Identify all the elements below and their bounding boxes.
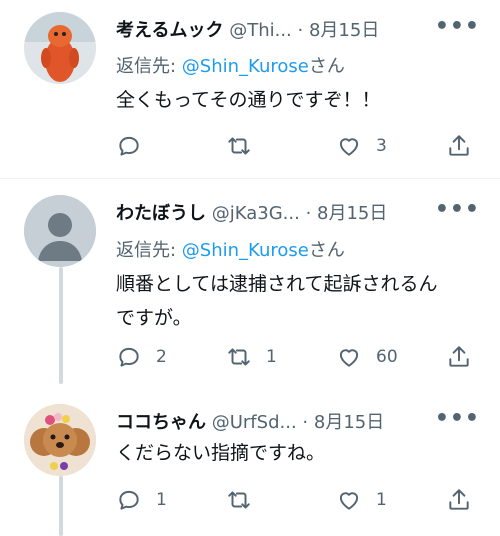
user-handle[interactable]: @UrfSd... bbox=[212, 412, 297, 433]
share-upload-icon bbox=[449, 489, 469, 510]
reply-count: 2 bbox=[156, 347, 167, 367]
tweet-date[interactable]: 8月15日 bbox=[309, 20, 379, 41]
reply-button[interactable] bbox=[116, 131, 156, 161]
retweet-button[interactable] bbox=[226, 485, 266, 515]
user-handle[interactable]: @Thi... bbox=[229, 20, 292, 41]
tweet-header: わたぼうし @jKa3G... · 8月15日 ••• bbox=[116, 199, 480, 229]
tweet-1[interactable]: 考えるムック @Thi... · 8月15日 ••• 返信先: @Shin_Ku… bbox=[0, 0, 500, 178]
orange-mascot-image bbox=[24, 12, 96, 84]
share-button[interactable] bbox=[446, 131, 472, 161]
tweet-date[interactable]: 8月15日 bbox=[314, 412, 384, 433]
tweet-text: くだらない指摘ですね。 bbox=[116, 442, 326, 464]
reply-to-prefix: 返信先: bbox=[116, 240, 182, 261]
tweet-2[interactable]: わたぼうし @jKa3G... · 8月15日 ••• 返信先: @Shin_K… bbox=[0, 179, 500, 384]
reply-to-line: 返信先: @Shin_Kuroseさん bbox=[116, 236, 345, 262]
like-button[interactable]: 3 bbox=[336, 131, 387, 161]
separator-dot: · bbox=[305, 203, 312, 224]
share-upload-icon bbox=[449, 135, 469, 156]
like-count: 1 bbox=[376, 490, 387, 510]
tweet-3[interactable]: ココちゃん @UrfSd... · 8月15日 ••• くだらない指摘ですね。 … bbox=[0, 384, 500, 536]
avatar-orange-mascot[interactable] bbox=[24, 12, 96, 84]
retweet-count: 1 bbox=[266, 347, 277, 367]
reply-to-prefix: 返信先: bbox=[116, 56, 182, 77]
tweet-text: 全くもってその通りですぞ！！ bbox=[116, 89, 381, 111]
reply-mention-link[interactable]: @Shin_Kurose bbox=[182, 56, 309, 77]
heart-icon bbox=[339, 349, 359, 367]
thread-line bbox=[59, 476, 63, 536]
user-handle[interactable]: @jKa3G... bbox=[212, 203, 300, 224]
avatar-poodle-dog[interactable] bbox=[24, 404, 96, 476]
tweet-header: ココちゃん @UrfSd... · 8月15日 ••• bbox=[116, 408, 480, 438]
poodle-dog-image bbox=[24, 404, 96, 476]
share-upload-icon bbox=[449, 346, 469, 367]
more-dots-icon[interactable]: ••• bbox=[435, 199, 480, 221]
separator-dot: · bbox=[302, 412, 309, 433]
avatar-default-profile[interactable] bbox=[24, 195, 96, 267]
action-bar: 1 1 bbox=[116, 485, 480, 515]
reply-bubble-icon bbox=[119, 347, 139, 367]
reply-button[interactable]: 2 bbox=[116, 342, 167, 372]
reply-mention-link[interactable]: @Shin_Kurose bbox=[182, 240, 309, 261]
display-name[interactable]: わたぼうし bbox=[116, 203, 206, 224]
action-bar: 2 1 60 bbox=[116, 342, 480, 372]
like-count: 3 bbox=[376, 136, 387, 156]
display-name[interactable]: ココちゃん bbox=[116, 412, 206, 433]
more-dots-icon[interactable]: ••• bbox=[435, 408, 480, 430]
reply-count: 1 bbox=[156, 490, 167, 510]
default-profile-icon bbox=[24, 195, 96, 267]
retweet-button[interactable] bbox=[226, 131, 266, 161]
more-dots-icon[interactable]: ••• bbox=[435, 16, 480, 38]
separator-dot: · bbox=[297, 20, 304, 41]
action-bar: 3 bbox=[116, 131, 480, 161]
reply-bubble-icon bbox=[119, 136, 139, 156]
retweet-icon bbox=[228, 137, 250, 155]
tweet-header: 考えるムック @Thi... · 8月15日 ••• bbox=[116, 16, 480, 46]
reply-to-line: 返信先: @Shin_Kuroseさん bbox=[116, 52, 345, 78]
reply-bubble-icon bbox=[119, 490, 139, 510]
like-button[interactable]: 60 bbox=[336, 342, 398, 372]
share-button[interactable] bbox=[446, 342, 472, 372]
retweet-button[interactable]: 1 bbox=[226, 342, 277, 372]
reply-button[interactable]: 1 bbox=[116, 485, 167, 515]
retweet-icon bbox=[228, 348, 250, 366]
heart-icon bbox=[339, 492, 359, 510]
reply-to-suffix: さん bbox=[308, 240, 345, 261]
like-button[interactable]: 1 bbox=[336, 485, 387, 515]
display-name[interactable]: 考えるムック bbox=[116, 20, 223, 41]
tweet-text: 順番としては逮捕されて起訴されるんですが。 bbox=[116, 273, 438, 329]
reply-to-suffix: さん bbox=[308, 56, 345, 77]
share-button[interactable] bbox=[446, 485, 472, 515]
like-count: 60 bbox=[376, 347, 398, 367]
tweet-date[interactable]: 8月15日 bbox=[317, 203, 387, 224]
heart-icon bbox=[339, 138, 359, 156]
thread-line bbox=[59, 267, 63, 384]
retweet-icon bbox=[228, 491, 250, 509]
